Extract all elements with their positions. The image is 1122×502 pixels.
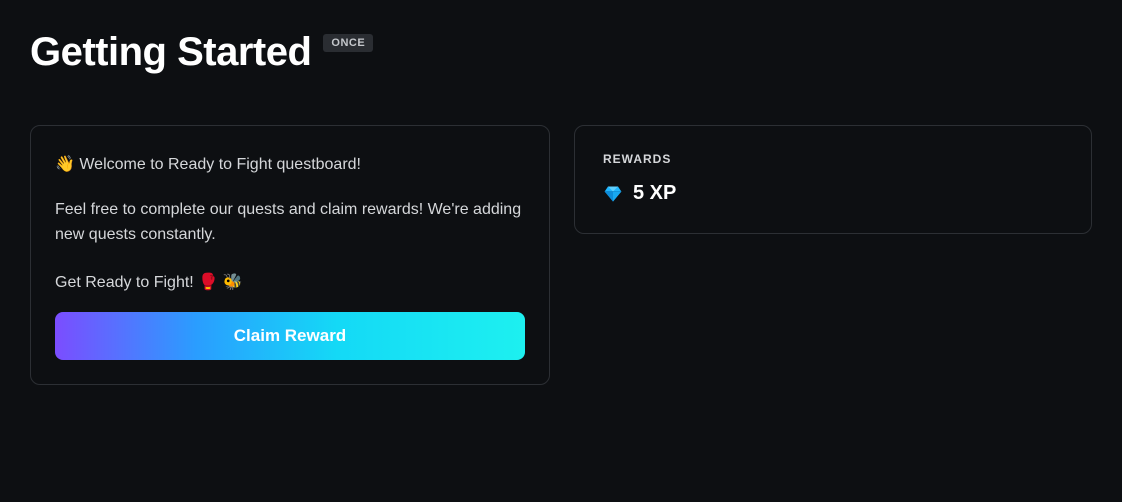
quest-card: 👋 Welcome to Ready to Fight questboard! … [30, 125, 550, 385]
quest-cta-text: Get Ready to Fight! 🥊 🐝 [55, 272, 525, 292]
page-title: Getting Started [30, 30, 311, 75]
frequency-badge: ONCE [323, 34, 373, 52]
quest-description-text: Feel free to complete our quests and cla… [55, 198, 525, 248]
rewards-section-title: REWARDS [603, 152, 1063, 166]
rewards-row: 5 XP [603, 182, 1063, 205]
quest-welcome-text: 👋 Welcome to Ready to Fight questboard! [55, 154, 525, 174]
gem-icon [603, 184, 623, 204]
claim-reward-button[interactable]: Claim Reward [55, 312, 525, 360]
rewards-card: REWARDS 5 XP [574, 125, 1092, 234]
reward-xp-value: 5 XP [633, 182, 676, 205]
